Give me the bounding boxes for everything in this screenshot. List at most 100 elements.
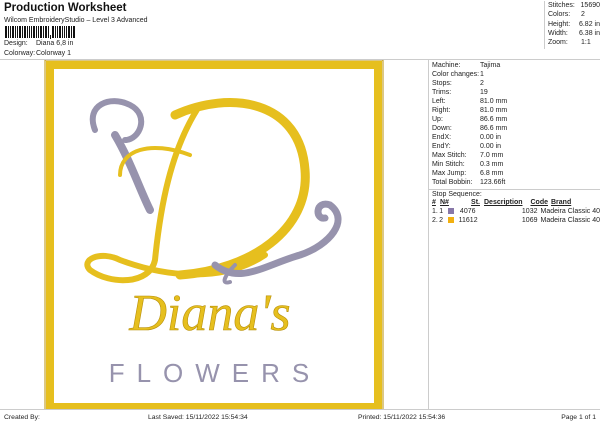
- stop-row: 2. 2 11612 1069 Madeira Classic 40: [432, 216, 600, 225]
- stat-value: 123.66ft: [480, 179, 506, 186]
- stat-value: 6.82 in: [578, 20, 600, 28]
- stat-value: 0.00 in: [480, 134, 502, 141]
- barcode-bar: [12, 26, 14, 38]
- printed-date: Printed: 15/11/2022 15:54:36: [358, 414, 446, 421]
- page-title: Production Worksheet: [4, 2, 127, 14]
- barcode-bar: [71, 26, 72, 38]
- stat-row: Width: 6.38 in: [548, 29, 600, 38]
- stat-value: 86.6 mm: [480, 116, 508, 123]
- stat-label: Up:: [432, 116, 443, 123]
- thread-code: 1032: [521, 208, 538, 215]
- col-stitches: St.: [471, 199, 480, 206]
- barcode-bar: [45, 26, 47, 38]
- footer: Created By: Last Saved: 15/11/2022 15:54…: [0, 409, 600, 424]
- stat-value: 1:1: [581, 39, 591, 47]
- barcode-bar: [55, 26, 56, 38]
- stat-row: Right: 81.0 mm: [432, 106, 600, 115]
- stat-label: Stitches:: [548, 2, 575, 9]
- needle-number: 1: [439, 208, 444, 215]
- stat-row: Zoom: 1:1: [548, 38, 600, 47]
- stat-value: 6.38 in: [578, 29, 600, 37]
- created-by: Created By:: [4, 414, 40, 421]
- description: [477, 216, 520, 225]
- barcode-bar: [68, 26, 70, 38]
- stat-label: Down:: [432, 125, 452, 132]
- colorway-row: Colorway: Colorway 1: [4, 50, 71, 57]
- stitch-count: 11612: [458, 217, 478, 224]
- barcode-bar: [40, 26, 42, 38]
- stat-row: Machine: Tajima: [432, 61, 600, 70]
- barcode-bar: [43, 26, 44, 38]
- thread-code: 1069: [521, 217, 538, 224]
- barcode-bar: [31, 26, 32, 38]
- barcode-bar: [15, 26, 16, 38]
- stat-label: Color changes:: [432, 71, 480, 78]
- stat-value: 15690: [580, 2, 600, 9]
- stat-label: Max Stitch:: [432, 152, 467, 159]
- logo-text-dianas: Diana's: [128, 285, 290, 342]
- summary-stats: Stitches: 15690 Colors: 2 Height: 6.82 in Widt…: [544, 1, 600, 49]
- stat-label: Zoom:: [548, 39, 568, 47]
- stat-value: 1: [480, 71, 484, 78]
- barcode-bar: [17, 26, 18, 38]
- barcode-bar: [19, 26, 21, 38]
- colorway-label: Colorway:: [4, 50, 36, 57]
- barcode-bar: [24, 26, 26, 38]
- stat-value: 6.8 mm: [480, 170, 504, 177]
- stat-label: Trims:: [432, 89, 452, 96]
- color-swatch-box: [448, 208, 455, 214]
- stat-value: 19: [480, 89, 488, 96]
- col-num: #: [432, 199, 436, 206]
- stop-sequence-title: Stop Sequence:: [432, 191, 482, 198]
- barcode-bar: [5, 26, 7, 38]
- stat-row: Min Stitch: 0.3 mm: [432, 160, 600, 169]
- stat-label: EndY:: [432, 143, 451, 150]
- col-needle: N#: [440, 199, 449, 206]
- thread-brand: Madeira Classic 40: [540, 208, 600, 215]
- logo-text-flowers: FLOWERS: [109, 358, 322, 388]
- barcode-bar: [59, 26, 61, 38]
- design-preview: Diana's FLOWERS: [0, 59, 429, 413]
- stat-label: Width:: [548, 29, 568, 37]
- stat-value: 86.6 mm: [480, 125, 508, 132]
- stat-row: Colors: 2: [548, 10, 600, 19]
- barcode-bar: [57, 26, 58, 38]
- stat-value: 0.00 in: [480, 143, 502, 150]
- colorway-value: Colorway 1: [36, 50, 72, 57]
- stop-row: 1. 1 4076 1032 Madeira Classic 40: [432, 207, 600, 216]
- software-subtitle: Wilcom EmbroideryStudio – Level 3 Advanc…: [4, 17, 148, 24]
- stat-row: EndX: 0.00 in: [432, 133, 600, 142]
- color-swatch: [447, 216, 459, 225]
- design-label: Design:: [4, 40, 28, 47]
- stat-row: Total Bobbin: 123.66ft: [432, 178, 600, 187]
- col-description: Description: [484, 199, 523, 206]
- color-swatch-box: [447, 217, 454, 223]
- page-number: Page 1 of 1: [561, 414, 596, 421]
- barcode-bar: [48, 26, 49, 38]
- stat-label: Right:: [432, 107, 451, 114]
- stat-row: Height: 6.82 in: [548, 20, 600, 29]
- needle-number: 2: [439, 217, 444, 224]
- barcode-bar: [36, 26, 37, 38]
- stat-row: Left: 81.0 mm: [432, 97, 600, 106]
- stat-value: 81.0 mm: [480, 98, 508, 105]
- stop-sequence-header: # N# St. Description Code Brand: [432, 198, 600, 207]
- stat-row: EndY: 0.00 in: [432, 142, 600, 151]
- design-value: Diana 6,8 in: [36, 40, 74, 47]
- details-panel: Machine: Tajima Color changes: 1 Stops: 2 Trim…: [429, 59, 600, 409]
- col-swatch: [450, 198, 462, 207]
- stop-sequence: Stop Sequence: # N# St. Description Code…: [429, 189, 600, 225]
- last-saved: Last Saved: 15/11/2022 15:54:34: [148, 414, 248, 421]
- stat-row: Trims: 19: [432, 88, 600, 97]
- embroidery-design: Diana's FLOWERS: [44, 59, 384, 413]
- stat-row: Color changes: 1: [432, 70, 600, 79]
- barcode-bar: [10, 26, 11, 38]
- stat-value: 7.0 mm: [480, 152, 504, 159]
- monogram-d: [84, 98, 342, 285]
- stat-label: Stops:: [432, 80, 452, 87]
- stat-row: Up: 86.6 mm: [432, 115, 600, 124]
- stat-value: 0.3 mm: [480, 161, 504, 168]
- color-swatch: [448, 207, 459, 216]
- stop-index: 2.: [432, 217, 438, 224]
- stat-value: 2: [581, 11, 585, 19]
